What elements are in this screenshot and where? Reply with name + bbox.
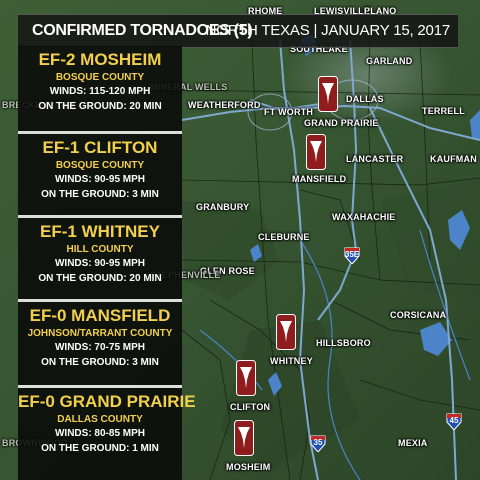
city-label-mansfield: MANSFIELD: [292, 174, 347, 184]
city-label-terrell: TERRELL: [422, 106, 465, 116]
city-label-lancaster: LANCASTER: [346, 154, 404, 164]
header-subtitle: NORTH TEXAS | JANUARY 15, 2017: [205, 22, 451, 39]
city-label-mexia: MEXIA: [398, 438, 428, 448]
tornado-duration: ON THE GROUND: 1 MIN: [41, 443, 159, 454]
city-label-garland: GARLAND: [366, 56, 413, 66]
map-stage: RHOME LEWISVILLE PLANO SOUTHLAKE GARLAND…: [0, 0, 480, 480]
tornado-icon: [236, 360, 256, 396]
tornado-rating: EF-0 MANSFIELD: [29, 306, 171, 325]
tornado-card: EF-1 CLIFTON BOSQUE COUNTY WINDS: 90-95 …: [18, 134, 182, 216]
tornado-county: DALLAS COUNTY: [57, 414, 143, 425]
shield-number: 45: [449, 416, 459, 425]
header-bar: CONFIRMED TORNADOES (5) NORTH TEXAS | JA…: [18, 14, 458, 48]
city-label-granbury: GRANBURY: [196, 202, 250, 212]
tornado-rating: EF-1 WHITNEY: [40, 222, 160, 241]
tornado-card: EF-0 GRAND PRAIRIE DALLAS COUNTY WINDS: …: [18, 388, 196, 478]
city-label-fort-worth: FT WORTH: [264, 107, 314, 117]
tornado-duration: ON THE GROUND: 20 MIN: [38, 273, 162, 284]
city-label-cleburne: CLEBURNE: [258, 232, 310, 242]
tornado-winds: WINDS: 80-85 MPH: [54, 428, 145, 439]
tornado-county: BOSQUE COUNTY: [55, 160, 145, 171]
city-label-whitney: WHITNEY: [270, 356, 313, 366]
tornado-icon: [276, 314, 296, 350]
tornado-winds: WINDS: 90-95 MPH: [54, 174, 145, 185]
city-label-clifton: CLIFTON: [230, 402, 271, 412]
city-label-mosheim: MOSHEIM: [226, 462, 271, 472]
tornado-winds: WINDS: 90-95 MPH: [54, 258, 145, 269]
city-label-corsicana: CORSICANA: [390, 310, 447, 320]
tornado-icon: [318, 76, 338, 112]
tornado-card: EF-0 MANSFIELD JOHNSON/TARRANT COUNTY WI…: [18, 302, 182, 386]
shield-number: 35: [313, 438, 323, 447]
interstate-shield-icon: 45: [446, 412, 462, 431]
interstate-shield-icon: 35: [310, 434, 326, 453]
city-label-kaufman: KAUFMAN: [430, 154, 477, 164]
tornado-duration: ON THE GROUND: 20 MIN: [38, 101, 162, 112]
tornado-list-panel: EF-2 MOSHEIM BOSQUE COUNTY WINDS: 115-12…: [18, 46, 196, 480]
tornado-icon: [234, 420, 254, 456]
tornado-winds: WINDS: 115-120 MPH: [49, 86, 151, 97]
tornado-county: BOSQUE COUNTY: [55, 72, 145, 83]
tornado-rating: EF-0 GRAND PRAIRIE: [18, 392, 196, 411]
interstate-shield-icon: 35E: [344, 246, 360, 265]
city-label-grand-prairie: GRAND PRAIRIE: [304, 118, 379, 128]
tornado-county: HILL COUNTY: [66, 244, 134, 255]
tornado-rating: EF-2 MOSHEIM: [38, 50, 162, 69]
tornado-icon: [306, 134, 326, 170]
tornado-winds: WINDS: 70-75 MPH: [54, 342, 145, 353]
shield-number: 35E: [344, 250, 360, 259]
tornado-card: EF-1 WHITNEY HILL COUNTY WINDS: 90-95 MP…: [18, 218, 182, 300]
city-label-waxahachie: WAXAHACHIE: [332, 212, 396, 222]
tornado-duration: ON THE GROUND: 3 MIN: [41, 357, 159, 368]
tornado-county: JOHNSON/TARRANT COUNTY: [27, 328, 173, 339]
city-label-dallas: DALLAS: [346, 94, 384, 104]
city-label-weatherford: WEATHERFORD: [188, 100, 261, 110]
city-label-hillsboro: HILLSBORO: [316, 338, 371, 348]
tornado-card: EF-2 MOSHEIM BOSQUE COUNTY WINDS: 115-12…: [18, 46, 182, 130]
tornado-rating: EF-1 CLIFTON: [42, 138, 158, 157]
tornado-duration: ON THE GROUND: 3 MIN: [41, 189, 159, 200]
